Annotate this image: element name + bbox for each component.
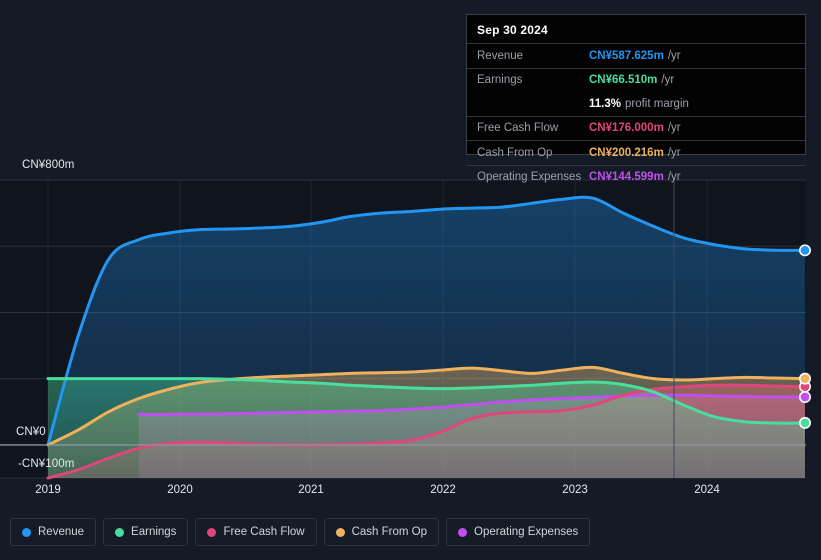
legend-item-label: Revenue bbox=[38, 526, 85, 538]
legend-item-label: Cash From Op bbox=[351, 526, 428, 538]
tooltip-row-unit: /yr bbox=[667, 146, 681, 159]
tooltip-row: Free Cash Flow CN¥176.000m/yr bbox=[467, 115, 805, 141]
tooltip-row-unit: profit margin bbox=[624, 97, 689, 110]
tooltip-row-label: Earnings bbox=[477, 74, 523, 87]
tooltip-row: 11.3% profit margin bbox=[467, 92, 805, 116]
x-axis-tick-2019: 2019 bbox=[35, 484, 61, 496]
tooltip-row-value: CN¥144.599m bbox=[589, 171, 664, 184]
x-axis-tick-2023: 2023 bbox=[562, 484, 588, 496]
financial-chart-page: CN¥800m CN¥0 -CN¥100m 2019 2020 2021 2022 20… bbox=[0, 0, 821, 560]
y-axis-label-negative: -CN¥100m bbox=[18, 458, 75, 470]
legend-swatch-icon bbox=[22, 527, 31, 537]
legend-item-free-cash-flow[interactable]: Free Cash Flow bbox=[195, 518, 317, 546]
endpoint-marker-revenue[interactable] bbox=[798, 244, 811, 257]
legend-swatch-icon bbox=[335, 527, 345, 537]
tooltip-row: Cash From Op CN¥200.216m/yr bbox=[467, 140, 805, 165]
tooltip-row-label: Revenue bbox=[477, 49, 524, 62]
endpoint-marker-operating-expenses[interactable] bbox=[798, 391, 811, 404]
legend-item-revenue[interactable]: Revenue bbox=[10, 518, 97, 546]
legend-item-operating-expenses[interactable]: Operating Expenses bbox=[446, 518, 591, 546]
tooltip-row-unit: /yr bbox=[667, 122, 681, 135]
x-axis-tick-2022: 2022 bbox=[430, 484, 456, 496]
tooltip-row-unit: /yr bbox=[661, 74, 675, 87]
legend-item-label: Free Cash Flow bbox=[223, 526, 305, 538]
tooltip-row-value: CN¥587.625m bbox=[589, 49, 664, 62]
tooltip-row: Earnings CN¥66.510m/yr bbox=[467, 67, 805, 93]
legend-swatch-icon bbox=[458, 527, 468, 537]
tooltip-date: Sep 30 2024 bbox=[477, 23, 548, 37]
tooltip-row-value: CN¥66.510m bbox=[589, 74, 658, 87]
legend-item-label: Operating Expenses bbox=[474, 526, 579, 538]
legend-item-label: Earnings bbox=[131, 526, 177, 538]
tooltip-row-label: Cash From Op bbox=[477, 146, 553, 159]
tooltip-row: Revenue CN¥587.625m/yr bbox=[467, 43, 805, 68]
data-tooltip: Sep 30 2024 Revenue CN¥587.625m/yr Earning… bbox=[466, 14, 806, 183]
tooltip-row-value: CN¥176.000m bbox=[589, 122, 664, 135]
x-axis-tick-2021: 2021 bbox=[298, 484, 324, 496]
endpoint-marker-earnings[interactable] bbox=[798, 416, 811, 429]
tooltip-row-label: Free Cash Flow bbox=[477, 122, 559, 135]
y-axis-label-top: CN¥800m bbox=[22, 159, 75, 171]
legend-item-earnings[interactable]: Earnings bbox=[103, 518, 189, 546]
tooltip-row-label: Operating Expenses bbox=[477, 171, 582, 184]
tooltip-row-unit: /yr bbox=[667, 171, 681, 184]
chart-legend[interactable]: Revenue Earnings Free Cash Flow Cash From O… bbox=[10, 518, 591, 546]
tooltip-row: Operating Expenses CN¥144.599m/yr bbox=[467, 164, 805, 190]
x-axis-tick-2020: 2020 bbox=[167, 484, 193, 496]
tooltip-row-value: CN¥200.216m bbox=[589, 146, 664, 159]
y-axis-label-zero: CN¥0 bbox=[16, 426, 46, 438]
legend-swatch-icon bbox=[207, 527, 217, 537]
tooltip-row-unit: /yr bbox=[667, 49, 681, 62]
x-axis-tick-2024: 2024 bbox=[694, 484, 720, 496]
legend-item-cash-from-op[interactable]: Cash From Op bbox=[323, 518, 440, 546]
tooltip-row-value: 11.3% bbox=[589, 97, 621, 110]
tooltip-rows: Revenue CN¥587.625m/yr Earnings CN¥66.510m /… bbox=[467, 43, 805, 189]
endpoint-marker-cash-from-op[interactable] bbox=[798, 372, 811, 385]
legend-swatch-icon bbox=[115, 527, 125, 537]
